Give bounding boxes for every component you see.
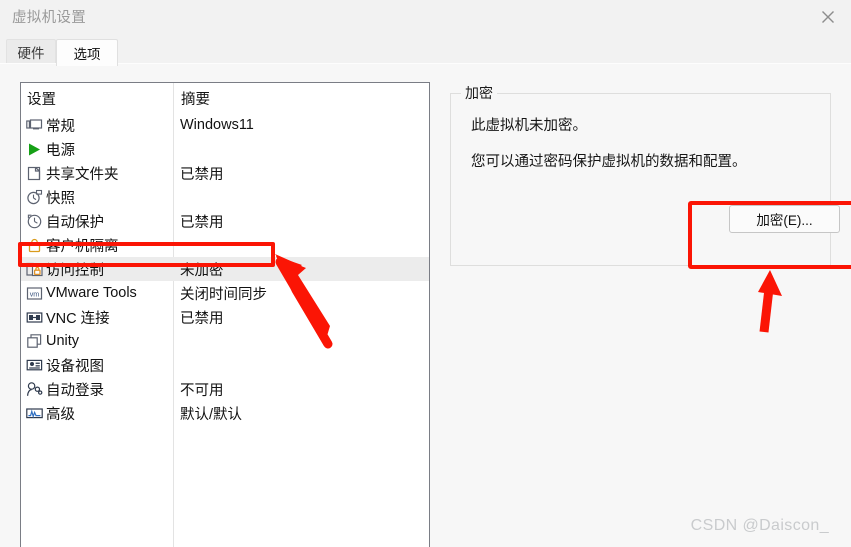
advanced-icon xyxy=(25,404,43,422)
settings-row-summary: 已禁用 xyxy=(180,166,224,183)
close-icon[interactable] xyxy=(805,0,851,33)
monitor-icon xyxy=(25,116,43,134)
settings-row-label: 共享文件夹 xyxy=(46,166,119,183)
title-bar: 虚拟机设置 xyxy=(0,0,851,33)
settings-row-8[interactable]: vm VMware Tools 关闭时间同步 xyxy=(21,281,429,305)
settings-row-12[interactable]: 自动登录 不可用 xyxy=(21,377,429,401)
settings-row-label: VNC 连接 xyxy=(46,310,110,327)
column-header-setting: 设置 xyxy=(27,92,56,108)
settings-row-4[interactable]: 快照 xyxy=(21,185,429,209)
access-control-icon xyxy=(25,260,43,278)
settings-row-label: 访问控制 xyxy=(46,262,104,279)
encryption-group-title: 加密 xyxy=(461,83,497,103)
snapshot-icon xyxy=(25,188,43,206)
encryption-status-text: 此虚拟机未加密。 xyxy=(471,118,587,134)
shared-folder-icon xyxy=(25,164,43,182)
settings-row-label: 快照 xyxy=(46,190,75,207)
settings-row-label: 电源 xyxy=(46,142,75,159)
device-view-icon xyxy=(25,356,43,374)
column-header-summary: 摘要 xyxy=(181,92,210,108)
settings-row-summary: Windows11 xyxy=(180,117,254,133)
settings-row-3[interactable]: 共享文件夹 已禁用 xyxy=(21,161,429,185)
encryption-groupbox: 加密 此虚拟机未加密。 您可以通过密码保护虚拟机的数据和配置。 加密(E)... xyxy=(450,83,840,266)
settings-row-summary: 默认/默认 xyxy=(180,406,243,423)
watermark: CSDN @Daiscon_ xyxy=(690,517,829,534)
settings-row-summary: 关闭时间同步 xyxy=(180,286,267,303)
settings-row-label: VMware Tools xyxy=(46,285,137,301)
settings-row-label: 客户机隔离 xyxy=(46,238,119,255)
settings-row-label: 高级 xyxy=(46,406,75,423)
dialog-body: 设置 摘要 常规 Windows11 电源 共享文件夹 已禁用 快照 自动保护 已禁用 客户机隔… xyxy=(0,64,851,547)
settings-row-1[interactable]: 常规 Windows11 xyxy=(21,113,429,137)
vnc-icon xyxy=(25,308,43,326)
play-icon xyxy=(25,140,43,158)
settings-row-label: 自动保护 xyxy=(46,214,104,231)
vmware-tools-icon: vm xyxy=(25,284,43,302)
settings-rows: 常规 Windows11 电源 共享文件夹 已禁用 快照 自动保护 已禁用 客户机隔离 访问控制未… xyxy=(21,113,429,425)
settings-row-summary: 已禁用 xyxy=(180,214,224,231)
autoprotect-icon xyxy=(25,212,43,230)
tab-options-label: 选项 xyxy=(73,47,101,62)
settings-row-2[interactable]: 电源 xyxy=(21,137,429,161)
tab-hardware[interactable]: 硬件 xyxy=(6,39,56,64)
auto-login-icon xyxy=(25,380,43,398)
tab-hardware-label: 硬件 xyxy=(17,46,45,61)
settings-row-11[interactable]: 设备视图 xyxy=(21,353,429,377)
settings-row-label: 设备视图 xyxy=(46,358,104,375)
tab-strip: 硬件 选项 xyxy=(0,33,851,66)
encryption-description-text: 您可以通过密码保护虚拟机的数据和配置。 xyxy=(471,154,747,170)
settings-row-7[interactable]: 访问控制 未加密 xyxy=(21,257,429,281)
settings-row-summary: 不可用 xyxy=(180,382,224,399)
settings-row-9[interactable]: VNC 连接 已禁用 xyxy=(21,305,429,329)
settings-row-label: Unity xyxy=(46,333,80,349)
encrypt-button[interactable]: 加密(E)... xyxy=(729,205,840,233)
settings-row-label: 常规 xyxy=(46,118,75,135)
settings-row-10[interactable]: Unity xyxy=(21,329,429,353)
svg-text:vm: vm xyxy=(29,289,39,298)
options-detail-panel: 加密 此虚拟机未加密。 您可以通过密码保护虚拟机的数据和配置。 加密(E)... xyxy=(431,82,851,547)
settings-row-13[interactable]: 高级 默认/默认 xyxy=(21,401,429,425)
settings-list-panel[interactable]: 设置 摘要 常规 Windows11 电源 共享文件夹 已禁用 快照 自动保护 已禁用 客户机隔… xyxy=(20,82,430,547)
settings-row-summary: 未加密 xyxy=(180,262,224,279)
window-title: 虚拟机设置 xyxy=(12,10,86,26)
settings-row-6[interactable]: 客户机隔离 xyxy=(21,233,429,257)
settings-row-label: 自动登录 xyxy=(46,382,104,399)
guest-isolation-icon xyxy=(25,236,43,254)
settings-row-summary: 已禁用 xyxy=(180,310,224,327)
unity-icon xyxy=(25,332,43,350)
settings-row-5[interactable]: 自动保护 已禁用 xyxy=(21,209,429,233)
tab-options[interactable]: 选项 xyxy=(56,39,118,66)
